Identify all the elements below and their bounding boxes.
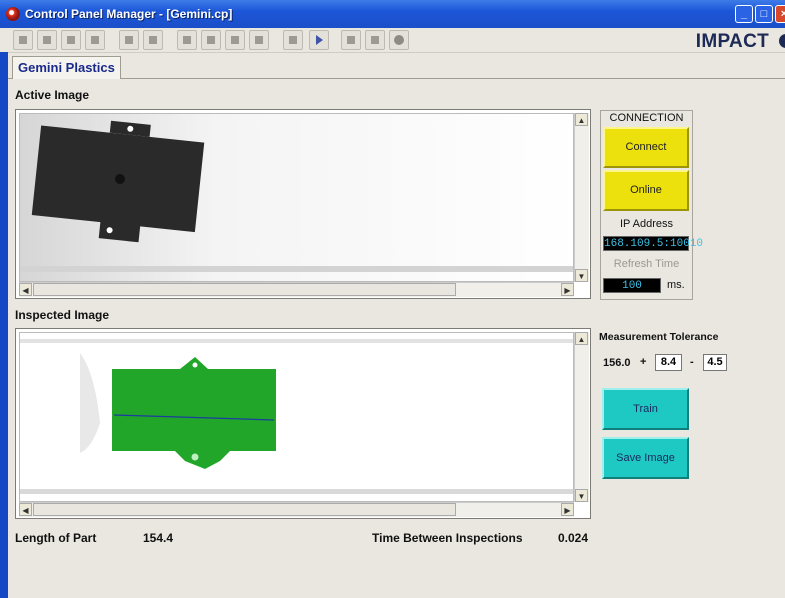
print-preview-icon[interactable] [143, 30, 163, 50]
tolerance-minus-sign: - [690, 356, 694, 368]
close-button[interactable]: × [775, 5, 785, 23]
measurement-tolerance-label: Measurement Tolerance [599, 331, 719, 343]
scroll-down-arrow-icon[interactable]: ▼ [575, 269, 588, 282]
connection-header: CONNECTION [609, 112, 684, 124]
inspected-image-hscrollbar[interactable]: ◀ ▶ [19, 502, 574, 517]
save-icon[interactable] [61, 30, 81, 50]
train-button[interactable]: Train [602, 388, 689, 430]
tolerance-plus-field[interactable]: 8.4 [655, 354, 682, 371]
connection-panel: CONNECTION Connect Online IP Address 168… [600, 110, 703, 300]
record-icon[interactable] [389, 30, 409, 50]
tolerance-plus-sign: + [640, 356, 647, 368]
mdi-background [0, 52, 8, 598]
scroll-down-arrow-icon[interactable]: ▼ [575, 489, 588, 502]
scroll-left-arrow-icon[interactable]: ◀ [19, 503, 32, 516]
length-of-part-label: Length of Part [15, 531, 97, 545]
length-of-part-value: 154.4 [143, 531, 174, 545]
inspected-image-viewer: ▲ ▼ ◀ ▶ [15, 328, 591, 519]
tab-bar: Gemini Plastics [8, 56, 785, 79]
active-image-viewer: ▲ ▼ ◀ ▶ [15, 109, 591, 299]
time-between-inspections-label: Time Between Inspections [372, 531, 523, 545]
delete-icon[interactable] [249, 30, 269, 50]
scroll-up-arrow-icon[interactable]: ▲ [575, 113, 588, 126]
impact-logo: IMPACT [695, 31, 769, 52]
cut-icon[interactable] [177, 30, 197, 50]
new-icon[interactable] [13, 30, 33, 50]
scroll-right-arrow-icon[interactable]: ▶ [561, 283, 574, 296]
tab-gemini-plastics[interactable]: Gemini Plastics [12, 56, 121, 79]
scroll-left-arrow-icon[interactable]: ◀ [19, 283, 32, 296]
ip-address-label: IP Address [620, 218, 673, 230]
active-image-hscrollbar[interactable]: ◀ ▶ [19, 282, 574, 297]
toolbar [0, 28, 785, 53]
refresh-unit: ms. [667, 279, 685, 291]
find-icon[interactable] [283, 30, 303, 50]
app-icon[interactable] [6, 7, 20, 21]
active-image-picture [20, 114, 573, 281]
inspected-image-picture [20, 333, 573, 501]
refresh-time-label: Refresh Time [613, 258, 680, 270]
title-bar: Control Panel Manager - [Gemini.cp] _ □ … [0, 0, 785, 28]
inspected-image-label: Inspected Image [15, 308, 110, 322]
connect-button[interactable]: Connect [603, 127, 689, 168]
inspected-image-vscrollbar[interactable]: ▲ ▼ [574, 332, 589, 502]
scroll-up-arrow-icon[interactable]: ▲ [575, 332, 588, 345]
minimize-button[interactable]: _ [735, 5, 753, 23]
time-between-inspections-value: 0.024 [558, 531, 589, 545]
tolerance-minus-field[interactable]: 4.5 [703, 354, 727, 371]
scroll-right-arrow-icon[interactable]: ▶ [561, 503, 574, 516]
paste-icon[interactable] [225, 30, 245, 50]
tolerance-nominal: 156.0 [603, 357, 631, 369]
hscroll-thumb[interactable] [33, 503, 456, 516]
inspected-image [19, 332, 574, 502]
active-image-vscrollbar[interactable]: ▲ ▼ [574, 113, 589, 282]
online-button[interactable]: Online [603, 170, 689, 211]
active-image [19, 113, 574, 282]
save-all-icon[interactable] [85, 30, 105, 50]
hscroll-thumb[interactable] [33, 283, 456, 296]
refresh-time-field[interactable]: 100 [603, 278, 661, 293]
window-title: Control Panel Manager - [Gemini.cp] [25, 7, 233, 21]
active-image-label: Active Image [15, 88, 90, 102]
ip-address-field[interactable]: 168.109.5:10010 [603, 236, 703, 251]
properties-icon[interactable] [341, 30, 361, 50]
save-image-button[interactable]: Save Image [602, 437, 689, 479]
maximize-button[interactable]: □ [755, 5, 773, 23]
open-icon[interactable] [37, 30, 57, 50]
copy-icon[interactable] [201, 30, 221, 50]
print-icon[interactable] [119, 30, 139, 50]
stop-icon[interactable] [365, 30, 385, 50]
run-icon[interactable] [309, 30, 329, 50]
